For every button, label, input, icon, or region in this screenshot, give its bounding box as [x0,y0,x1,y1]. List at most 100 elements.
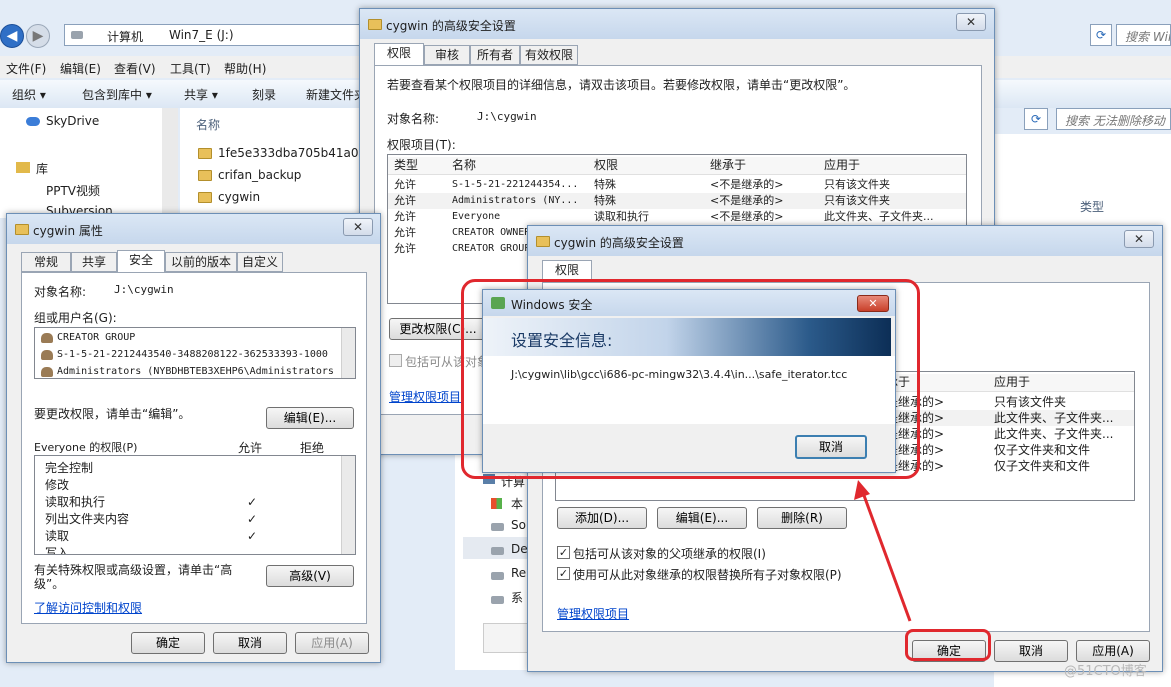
column-type[interactable]: 类型 [1080,198,1104,215]
list-item: 完全控制 [35,460,355,476]
entries-label: 权限项目(T): [387,138,456,152]
nav-drive[interactable]: So [511,518,526,532]
back-button[interactable]: ◀ [0,24,24,48]
permission-name: 列出文件夹内容 [45,512,130,526]
breadcrumb-computer[interactable]: 计算机 [107,28,143,45]
forward-button[interactable]: ▶ [26,24,50,48]
list-item[interactable]: Administrators (NYBDHBTEB3XEHP6\Administ… [35,364,355,378]
nav-drive[interactable]: 系 [511,589,523,606]
header-type[interactable]: 类型 [394,157,418,173]
toolbar-new-folder[interactable]: 新建文件夹 [306,86,362,103]
refresh-button[interactable]: ⟳ [1090,24,1112,46]
file-item[interactable]: cygwin [218,190,260,204]
nav-skydrive[interactable]: SkyDrive [46,114,99,128]
nav-local[interactable]: 本 [511,495,523,512]
title-bar: cygwin 的高级安全设置 ✕ [528,226,1162,256]
object-value: J:\cygwin [477,110,537,123]
group-name: S-1-5-21-2212443540-3488208122-362533393… [57,349,328,360]
header-name[interactable]: 名称 [452,157,476,173]
edit-button[interactable]: 编辑(E)... [657,507,747,529]
menu-view[interactable]: 查看(V) [114,60,156,77]
nav-pptv[interactable]: PPTV视频 [46,182,100,199]
object-value: J:\cygwin [114,283,174,296]
list-item[interactable]: CREATOR GROUP [35,330,355,346]
nav-drive[interactable]: De [511,542,528,556]
nav-library[interactable]: 库 [36,160,48,177]
annotation-dialog-highlight [461,279,920,479]
tab-general[interactable]: 常规 [21,252,71,272]
scrollbar[interactable] [341,328,355,378]
search-input[interactable]: 搜索 Win... [1116,24,1171,46]
file-item[interactable]: crifan_backup [218,168,301,182]
scrollbar[interactable] [341,456,355,554]
explorer2-nav: 计算 本 So De Re 系 [455,455,530,670]
menu-edit[interactable]: 编辑(E) [60,60,101,77]
group-name: Administrators (NYBDHBTEB3XEHP6\Administ… [57,366,333,377]
folder-icon [198,170,212,181]
menu-help[interactable]: 帮助(H) [224,60,266,77]
thumbnail [483,623,529,653]
tab-previous-versions[interactable]: 以前的版本 [165,252,237,272]
column-name[interactable]: 名称 [196,116,220,133]
close-icon[interactable]: ✕ [1124,230,1154,248]
apply-button[interactable]: 应用(A) [1076,640,1150,662]
watermark: @51CTO博客 [1064,664,1147,679]
advanced-button[interactable]: 高级(V) [266,565,354,587]
cell-applies: 仅子文件夹和文件 [994,443,1091,457]
group-name: CREATOR GROUP [57,332,136,343]
table-row[interactable]: 允许 S-1-5-21-221244354... 特殊 <不是继承的> 只有该文… [388,177,966,193]
file-item[interactable]: 1fe5e333dba705b41a0d [218,146,362,160]
header-permission[interactable]: 权限 [594,157,618,173]
object-label: 对象名称: [34,285,87,299]
toolbar-burn[interactable]: 刻录 [252,86,276,103]
remove-button[interactable]: 删除(R) [757,507,847,529]
apply-button[interactable]: 应用(A) [295,632,369,654]
table-row[interactable]: 允许 Administrators (NY... 特殊 <不是继承的> 只有该文… [388,193,966,209]
menu-file[interactable]: 文件(F) [6,60,46,77]
users-icon [41,333,53,343]
nav-drive[interactable]: Re [511,566,526,580]
toolbar-organize[interactable]: 组织 ▾ [12,86,46,103]
title-bar: cygwin 属性 ✕ [7,214,380,244]
header-applies[interactable]: 应用于 [994,374,1030,390]
close-icon[interactable]: ✕ [343,218,373,236]
cancel-button[interactable]: 取消 [213,632,287,654]
tab-sharing[interactable]: 共享 [71,252,117,272]
folder-icon [536,236,550,247]
list-item[interactable]: S-1-5-21-2212443540-3488208122-362533393… [35,347,355,363]
breadcrumb-drive[interactable]: Win7_E (J:) [169,28,234,42]
cell-applies: 此文件夹、子文件夹... [994,411,1114,425]
manage-permissions-link[interactable]: 管理权限项目 [389,388,461,405]
inherit-checkbox[interactable] [389,354,402,367]
header-inherited[interactable]: 继承于 [710,157,746,173]
group-list[interactable]: CREATOR GROUP S-1-5-21-2212443540-348820… [34,327,356,379]
replace-child-checkbox[interactable]: ✓ [557,567,570,580]
edit-hint: 要更改权限，请单击“编辑”。 [34,407,191,421]
learn-access-control-link[interactable]: 了解访问控制和权限 [34,599,142,616]
cell-permission: 读取和执行 [594,210,649,223]
permission-name: 写入 [45,546,70,555]
toolbar-share[interactable]: 共享 ▾ [184,86,218,103]
cancel-button[interactable]: 取消 [994,640,1068,662]
tab-permissions[interactable]: 权限 [374,43,424,65]
tab-security[interactable]: 安全 [117,250,165,272]
toolbar-include-library[interactable]: 包含到库中 ▾ [82,86,152,103]
tab-effective[interactable]: 有效权限 [520,45,578,65]
refresh-button[interactable]: ⟳ [1024,108,1048,130]
tab-owner[interactable]: 所有者 [470,45,520,65]
close-icon[interactable]: ✕ [956,13,986,31]
header-applies[interactable]: 应用于 [824,157,860,173]
ok-button[interactable]: 确定 [131,632,205,654]
nav-scrollbar[interactable] [162,108,178,218]
add-button[interactable]: 添加(D)... [557,507,647,529]
tab-customize[interactable]: 自定义 [237,252,283,272]
manage-permissions-link[interactable]: 管理权限项目 [557,605,629,622]
table-row[interactable]: 允许 Everyone 读取和执行 <不是继承的> 此文件夹、子文件夹... [388,209,966,225]
menu-tools[interactable]: 工具(T) [170,60,211,77]
permissions-list[interactable]: 完全控制 修改 读取和执行 ✓ 列出文件夹内容 ✓ 读取 ✓ 写入 [34,455,356,555]
edit-button[interactable]: 编辑(E)... [266,407,354,429]
address-bar[interactable]: 计算机 Win7_E (J:) [64,24,364,46]
inherit-checkbox[interactable]: ✓ [557,546,570,559]
tab-auditing[interactable]: 审核 [424,45,470,65]
explorer2-search[interactable]: 搜索 无法删除移动 [1056,108,1171,130]
